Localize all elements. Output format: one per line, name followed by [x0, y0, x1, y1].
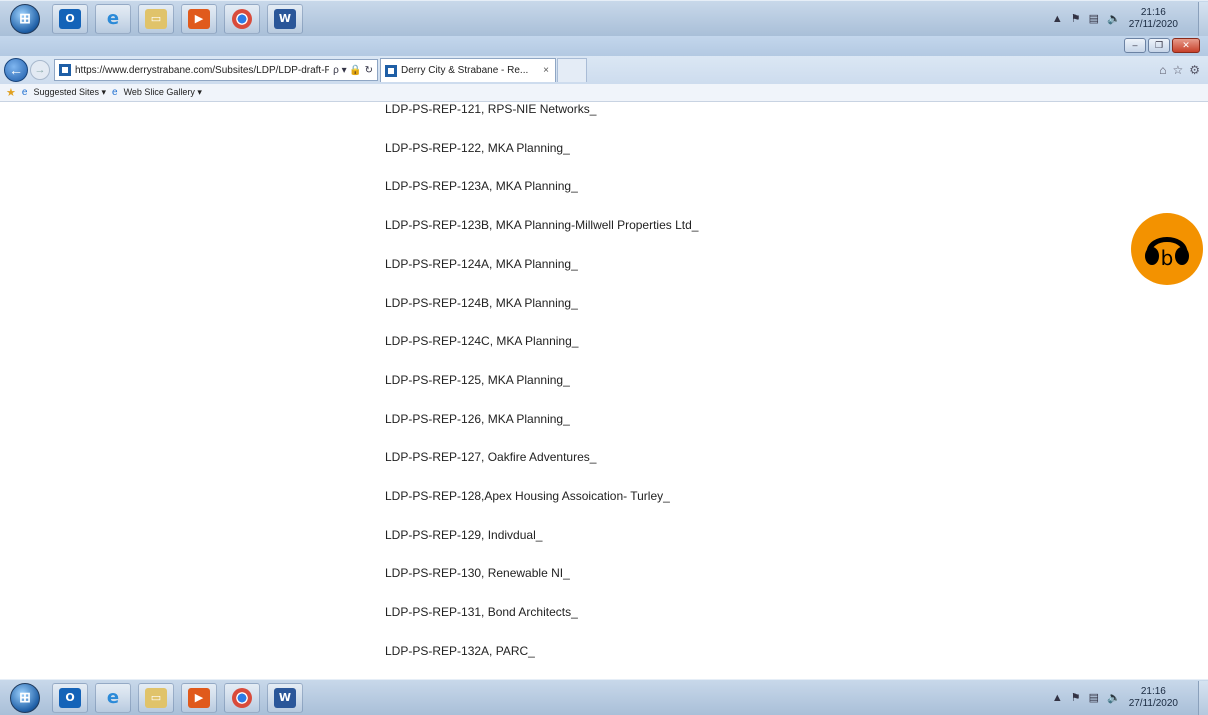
clock-date: 27/11/2020 — [1128, 18, 1178, 30]
site-favicon-icon — [59, 64, 71, 76]
word-icon: W — [274, 8, 296, 29]
chrome-icon — [232, 687, 252, 708]
browser-title-strip: – ❐ ✕ — [0, 36, 1208, 56]
word-taskbar-button[interactable]: W — [267, 682, 303, 713]
document-link[interactable]: LDP-PS-REP-122, MKA Planning_ — [385, 141, 570, 155]
action-center-flag-icon[interactable]: ⚑ — [1071, 12, 1081, 25]
favorites-star-icon[interactable]: ☆ — [1172, 63, 1183, 77]
document-link[interactable]: LDP-PS-REP-132A, PARC_ — [385, 644, 535, 658]
document-link[interactable]: LDP-PS-REP-123B, MKA Planning-Millwell P… — [385, 218, 698, 232]
svg-text:b: b — [1161, 246, 1174, 270]
action-center-flag-icon[interactable]: ⚑ — [1071, 691, 1081, 704]
clock-time: 21:16 — [1140, 6, 1166, 18]
back-button[interactable]: ← — [4, 58, 28, 82]
show-hidden-icons-icon[interactable]: ▲ — [1052, 692, 1063, 704]
minimize-button[interactable]: – — [1124, 38, 1146, 53]
tab-title: Derry City & Strabane - Re... — [401, 65, 529, 76]
show-desktop-button[interactable] — [1198, 680, 1208, 715]
web-slice-gallery-link[interactable]: Web Slice Gallery ▾ — [124, 87, 202, 98]
internet-explorer-taskbar-button[interactable]: e — [95, 682, 131, 713]
address-url[interactable]: https://www.derrystrabane.com/Subsites/L… — [75, 65, 329, 76]
chrome-icon — [232, 8, 252, 29]
clock-time: 21:16 — [1140, 685, 1166, 697]
document-link[interactable]: LDP-PS-REP-121, RPS-NIE Networks_ — [385, 102, 596, 116]
media-player-taskbar-button[interactable]: ▶ — [181, 682, 217, 713]
word-icon: W — [274, 687, 296, 708]
taskbar-bottom: ⊞ O e ▭ ▶ W ▲ ⚑ ▤ 🔈 21:16 27/11/2020 — [0, 679, 1208, 715]
volume-icon[interactable]: 🔈 — [1107, 691, 1121, 704]
outlook-icon: O — [59, 8, 81, 29]
document-link[interactable]: LDP-PS-REP-127, Oakfire Adventures_ — [385, 450, 596, 464]
document-link[interactable]: LDP-PS-REP-130, Renewable NI_ — [385, 566, 570, 580]
document-link[interactable]: LDP-PS-REP-123A, MKA Planning_ — [385, 179, 578, 193]
internet-explorer-icon: e — [106, 8, 120, 29]
home-icon[interactable]: ⌂ — [1159, 63, 1166, 77]
folder-icon: ▭ — [145, 8, 167, 29]
document-link[interactable]: LDP-PS-REP-124B, MKA Planning_ — [385, 296, 578, 310]
clock-date: 27/11/2020 — [1128, 697, 1178, 709]
document-link[interactable]: LDP-PS-REP-124C, MKA Planning_ — [385, 334, 578, 348]
browser-right-icons: ⌂ ☆ ⚙ — [1159, 63, 1208, 77]
show-hidden-icons-icon[interactable]: ▲ — [1052, 13, 1063, 25]
document-link[interactable]: LDP-PS-REP-128,Apex Housing Assoication-… — [385, 489, 670, 503]
page-content: LDP-PS-REP-121, RPS-NIE Networks_ LDP-PS-… — [0, 102, 1208, 679]
taskbar-top: ⊞ O e ▭ ▶ W ▲ ⚑ ▤ 🔈 21:16 27/11/2020 — [0, 0, 1208, 36]
outlook-taskbar-button[interactable]: O — [52, 682, 88, 713]
settings-gear-icon[interactable]: ⚙ — [1189, 63, 1200, 77]
media-player-taskbar-button[interactable]: ▶ — [181, 3, 217, 34]
browser-nav-bar: ← → https://www.derrystrabane.com/Subsit… — [0, 56, 1208, 84]
ie-page-icon: e — [21, 87, 28, 98]
network-icon[interactable]: ▤ — [1089, 691, 1099, 704]
tab-favicon-icon — [385, 64, 397, 77]
document-link[interactable]: LDP-PS-REP-131, Bond Architects_ — [385, 605, 578, 619]
media-player-icon: ▶ — [188, 8, 210, 29]
address-tools[interactable]: ρ ▾ 🔒 ↻ — [329, 65, 377, 76]
close-button[interactable]: ✕ — [1172, 38, 1200, 53]
new-tab-button[interactable] — [557, 58, 587, 82]
start-button[interactable]: ⊞ — [10, 3, 40, 34]
ie-page-icon: e — [112, 87, 118, 98]
network-icon[interactable]: ▤ — [1089, 12, 1099, 25]
forward-button[interactable]: → — [30, 60, 50, 80]
tab-close-icon[interactable]: × — [537, 65, 555, 76]
suggested-sites-link[interactable]: Suggested Sites ▾ — [33, 87, 106, 98]
word-taskbar-button[interactable]: W — [267, 3, 303, 34]
media-player-icon: ▶ — [188, 687, 210, 708]
document-link[interactable]: LDP-PS-REP-125, MKA Planning_ — [385, 373, 570, 387]
document-link[interactable]: LDP-PS-REP-129, Indivdual_ — [385, 528, 542, 542]
show-desktop-button[interactable] — [1198, 1, 1208, 36]
favorites-star-icon[interactable]: ★ — [6, 86, 16, 99]
outlook-icon: O — [59, 687, 81, 708]
tab-derry-city-strabane[interactable]: Derry City & Strabane - Re... × — [380, 58, 556, 82]
folder-icon: ▭ — [145, 687, 167, 708]
volume-icon[interactable]: 🔈 — [1107, 12, 1121, 25]
back-arrow-icon: ← — [9, 62, 23, 78]
restore-button[interactable]: ❐ — [1148, 38, 1170, 53]
internet-explorer-taskbar-button[interactable]: e — [95, 3, 131, 34]
address-bar[interactable]: https://www.derrystrabane.com/Subsites/L… — [54, 59, 378, 81]
system-tray: ▲ ⚑ ▤ 🔈 21:16 27/11/2020 — [1052, 680, 1192, 715]
chrome-taskbar-button[interactable] — [224, 682, 260, 713]
outlook-taskbar-button[interactable]: O — [52, 3, 88, 34]
headphones-icon: b — [1145, 237, 1189, 270]
file-explorer-taskbar-button[interactable]: ▭ — [138, 3, 174, 34]
internet-explorer-icon: e — [106, 687, 120, 708]
document-link[interactable]: LDP-PS-REP-124A, MKA Planning_ — [385, 257, 578, 271]
system-tray: ▲ ⚑ ▤ 🔈 21:16 27/11/2020 — [1052, 1, 1192, 36]
file-explorer-taskbar-button[interactable]: ▭ — [138, 682, 174, 713]
window-controls: – ❐ ✕ — [1124, 38, 1200, 53]
start-button[interactable]: ⊞ — [10, 682, 40, 713]
clock[interactable]: 21:16 27/11/2020 — [1129, 7, 1178, 31]
chrome-taskbar-button[interactable] — [224, 3, 260, 34]
clock[interactable]: 21:16 27/11/2020 — [1129, 686, 1178, 710]
forward-arrow-icon: → — [34, 64, 46, 76]
document-link[interactable]: LDP-PS-REP-126, MKA Planning_ — [385, 412, 570, 426]
browsealoud-listen-button[interactable]: b — [1131, 213, 1203, 285]
favorites-bar: ★ e Suggested Sites ▾ e Web Slice Galler… — [0, 84, 1208, 102]
